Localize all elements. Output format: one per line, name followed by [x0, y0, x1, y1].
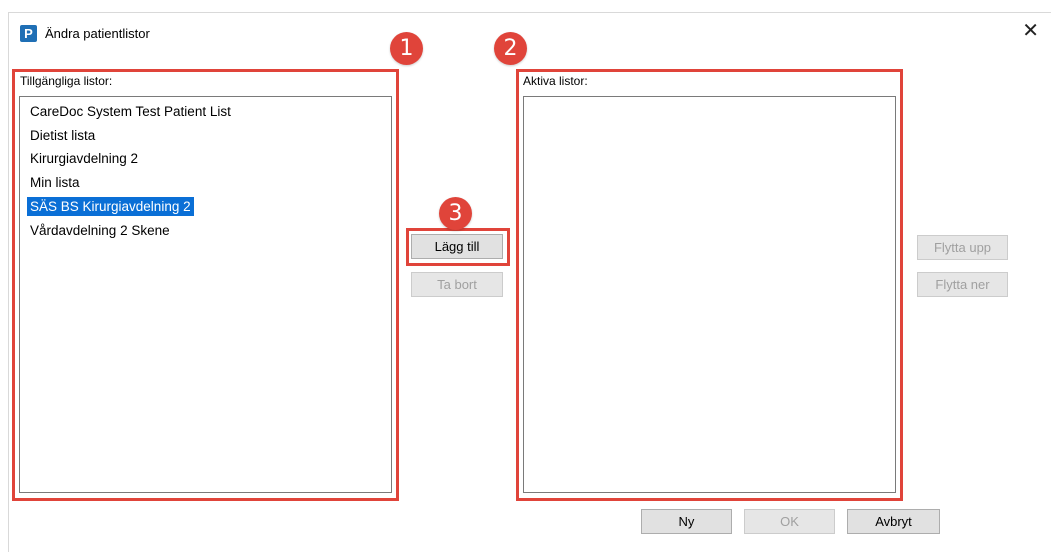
active-lists-items	[524, 97, 895, 100]
available-list-item[interactable]: Vårdavdelning 2 Skene	[23, 219, 391, 243]
available-list-item-label: CareDoc System Test Patient List	[30, 104, 231, 119]
available-list-item[interactable]: Kirurgiavdelning 2	[23, 147, 391, 171]
step-badge-2: 2	[494, 32, 527, 65]
active-lists-label: Aktiva listor:	[523, 74, 588, 88]
available-list-item-label: Vårdavdelning 2 Skene	[30, 222, 170, 238]
move-down-button[interactable]: Flytta ner	[917, 272, 1008, 297]
ok-button[interactable]: OK	[744, 509, 835, 534]
close-icon[interactable]: ✕	[1022, 21, 1039, 41]
step-badge-1: 1	[390, 32, 423, 65]
cancel-button[interactable]: Avbryt	[847, 509, 940, 534]
new-button[interactable]: Ny	[641, 509, 732, 534]
add-button[interactable]: Lägg till	[411, 234, 503, 259]
available-list-item[interactable]: Min lista	[23, 171, 391, 195]
available-lists-listbox[interactable]: CareDoc System Test Patient List Dietist …	[19, 96, 392, 493]
available-list-item[interactable]: CareDoc System Test Patient List	[23, 100, 391, 124]
title-bar: P Ändra patientlistor ✕	[9, 13, 1051, 51]
app-icon: P	[20, 25, 37, 42]
available-list-item-label: Min lista	[30, 175, 80, 191]
available-list-item-label: Dietist lista	[30, 127, 96, 143]
available-lists-label: Tillgängliga listor:	[20, 74, 113, 88]
step-badge-3: 3	[439, 197, 472, 230]
remove-button[interactable]: Ta bort	[411, 272, 503, 297]
available-lists-items: CareDoc System Test Patient List Dietist …	[20, 97, 391, 242]
available-list-item[interactable]: SÄS BS Kirurgiavdelning 2	[23, 195, 391, 219]
available-list-item-label: Kirurgiavdelning 2	[30, 151, 139, 167]
move-up-button[interactable]: Flytta upp	[917, 235, 1008, 260]
available-list-item-label: SÄS BS Kirurgiavdelning 2	[27, 196, 194, 216]
window-title: Ändra patientlistor	[45, 26, 150, 41]
available-list-item[interactable]: Dietist lista	[23, 124, 391, 148]
active-lists-listbox[interactable]	[523, 96, 896, 493]
